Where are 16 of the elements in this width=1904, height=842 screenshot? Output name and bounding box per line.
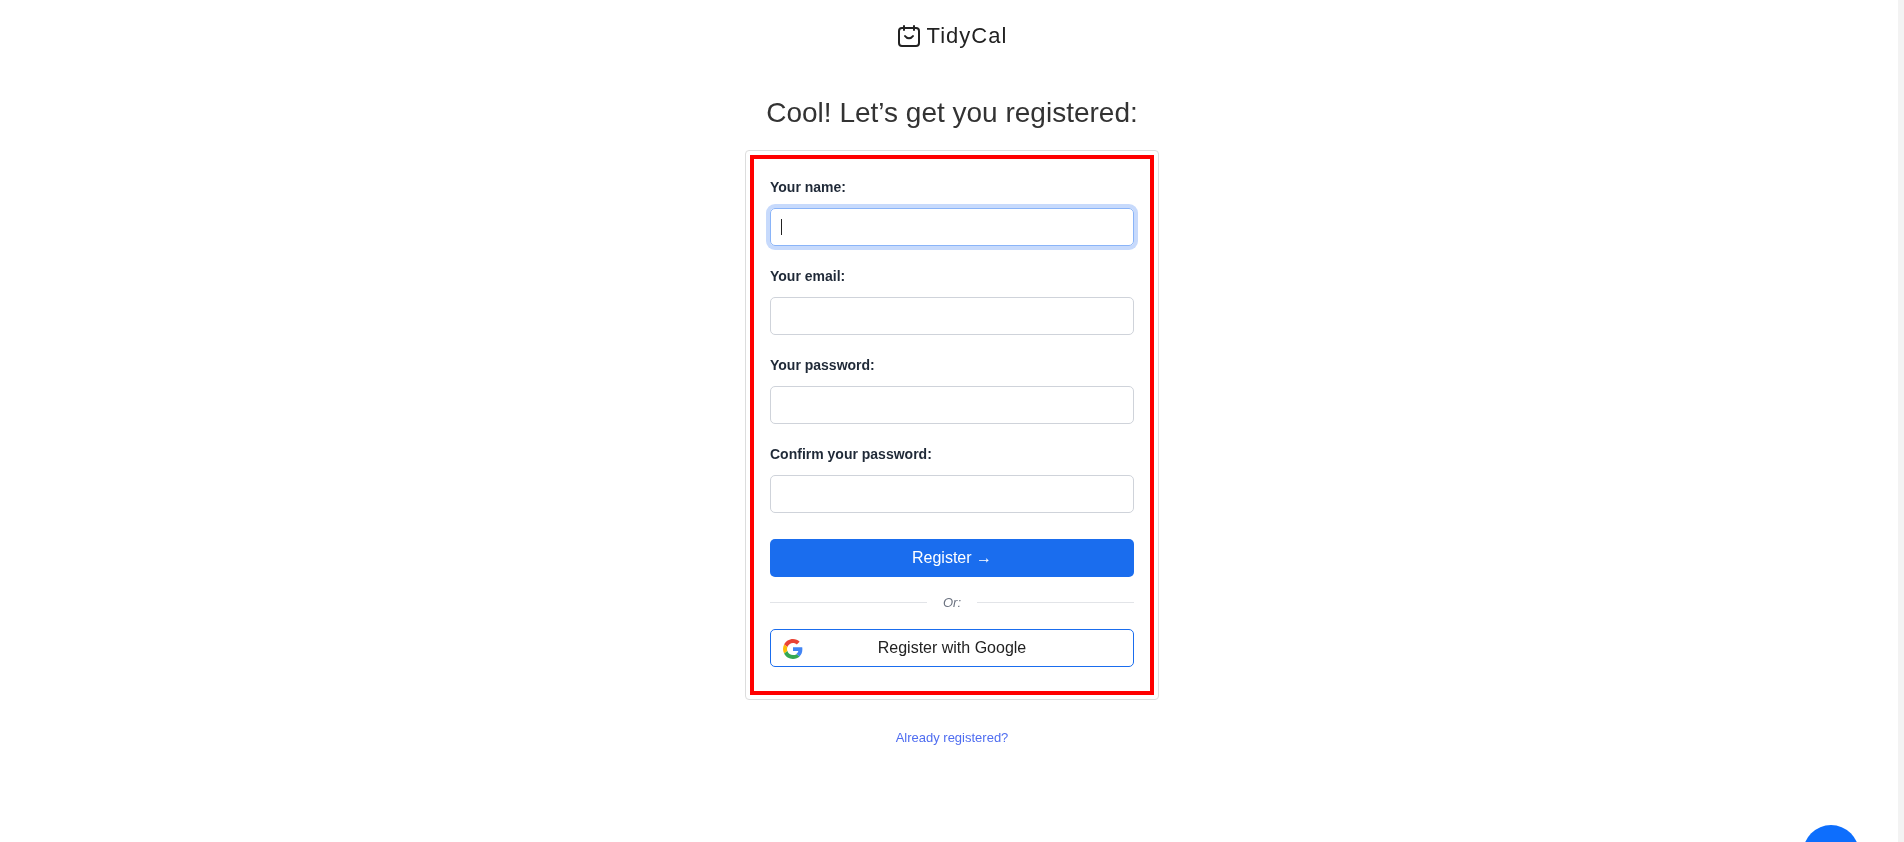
calendar-smile-icon xyxy=(896,23,921,48)
field-label: Confirm your password: xyxy=(770,445,933,464)
text-field[interactable] xyxy=(770,386,1134,424)
text-field[interactable] xyxy=(770,475,1134,513)
google-icon xyxy=(783,638,803,659)
text-field[interactable] xyxy=(770,297,1134,335)
google-register-button[interactable]: Register with Google xyxy=(770,628,1134,667)
page-heading: Cool! Let’s get you registered: xyxy=(766,96,1138,130)
field-label: Your name: xyxy=(770,178,847,197)
register-button[interactable]: Register → xyxy=(770,539,1134,577)
text-cursor xyxy=(781,219,782,235)
logo-text: TidyCal xyxy=(926,22,1008,50)
login-link[interactable]: Already registered? xyxy=(895,727,1009,747)
field-label: Your password: xyxy=(770,356,876,375)
divider-text: Or: xyxy=(942,594,962,612)
field-label: Your email: xyxy=(770,267,847,286)
